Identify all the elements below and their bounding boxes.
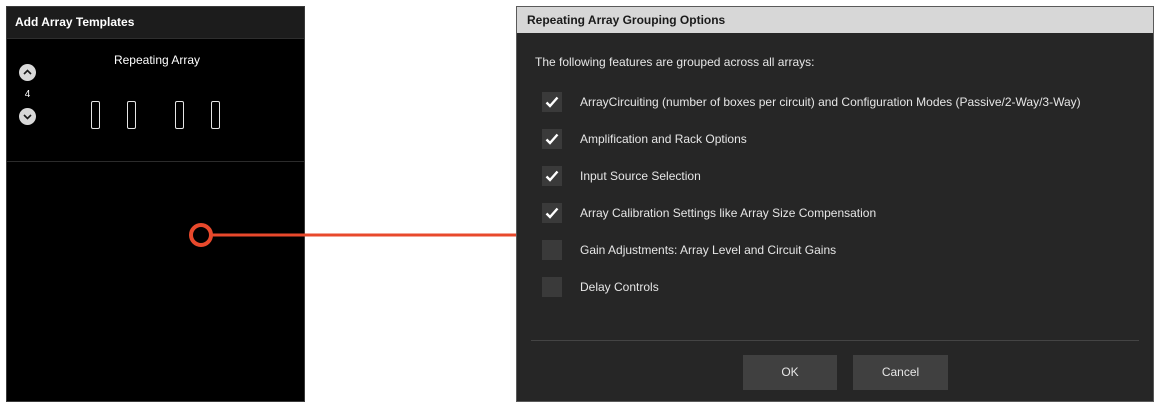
option-label: Amplification and Rack Options — [580, 132, 747, 146]
option-row[interactable]: Input Source Selection — [542, 166, 701, 186]
option-label: Input Source Selection — [580, 169, 701, 183]
option-label: Delay Controls — [580, 280, 659, 294]
cancel-button[interactable]: Cancel — [853, 355, 948, 390]
option-label: Gain Adjustments: Array Level and Circui… — [580, 243, 837, 257]
checkbox[interactable] — [542, 203, 562, 223]
option-row[interactable]: Amplification and Rack Options — [542, 129, 747, 149]
grouping-options-dialog: Repeating Array Grouping Options The fol… — [516, 6, 1154, 402]
dialog-title: Repeating Array Grouping Options — [517, 7, 1153, 33]
option-row[interactable]: Array Calibration Settings like Array Si… — [542, 203, 876, 223]
option-label: Array Calibration Settings like Array Si… — [580, 206, 877, 220]
option-row[interactable]: Delay Controls — [542, 277, 659, 297]
option-row[interactable]: Gain Adjustments: Array Level and Circui… — [542, 240, 836, 260]
option-label: ArrayCircuiting (number of boxes per cir… — [580, 95, 1081, 109]
divider — [531, 340, 1139, 341]
checkbox[interactable] — [542, 92, 562, 112]
checkbox[interactable] — [542, 129, 562, 149]
checkbox[interactable] — [542, 277, 562, 297]
checkbox[interactable] — [542, 240, 562, 260]
connector-origin-circle — [189, 223, 213, 247]
option-row[interactable]: ArrayCircuiting (number of boxes per cir… — [542, 92, 1081, 112]
dialog-intro: The following features are grouped acros… — [535, 55, 815, 69]
ok-button[interactable]: OK — [743, 355, 837, 390]
checkbox[interactable] — [542, 166, 562, 186]
